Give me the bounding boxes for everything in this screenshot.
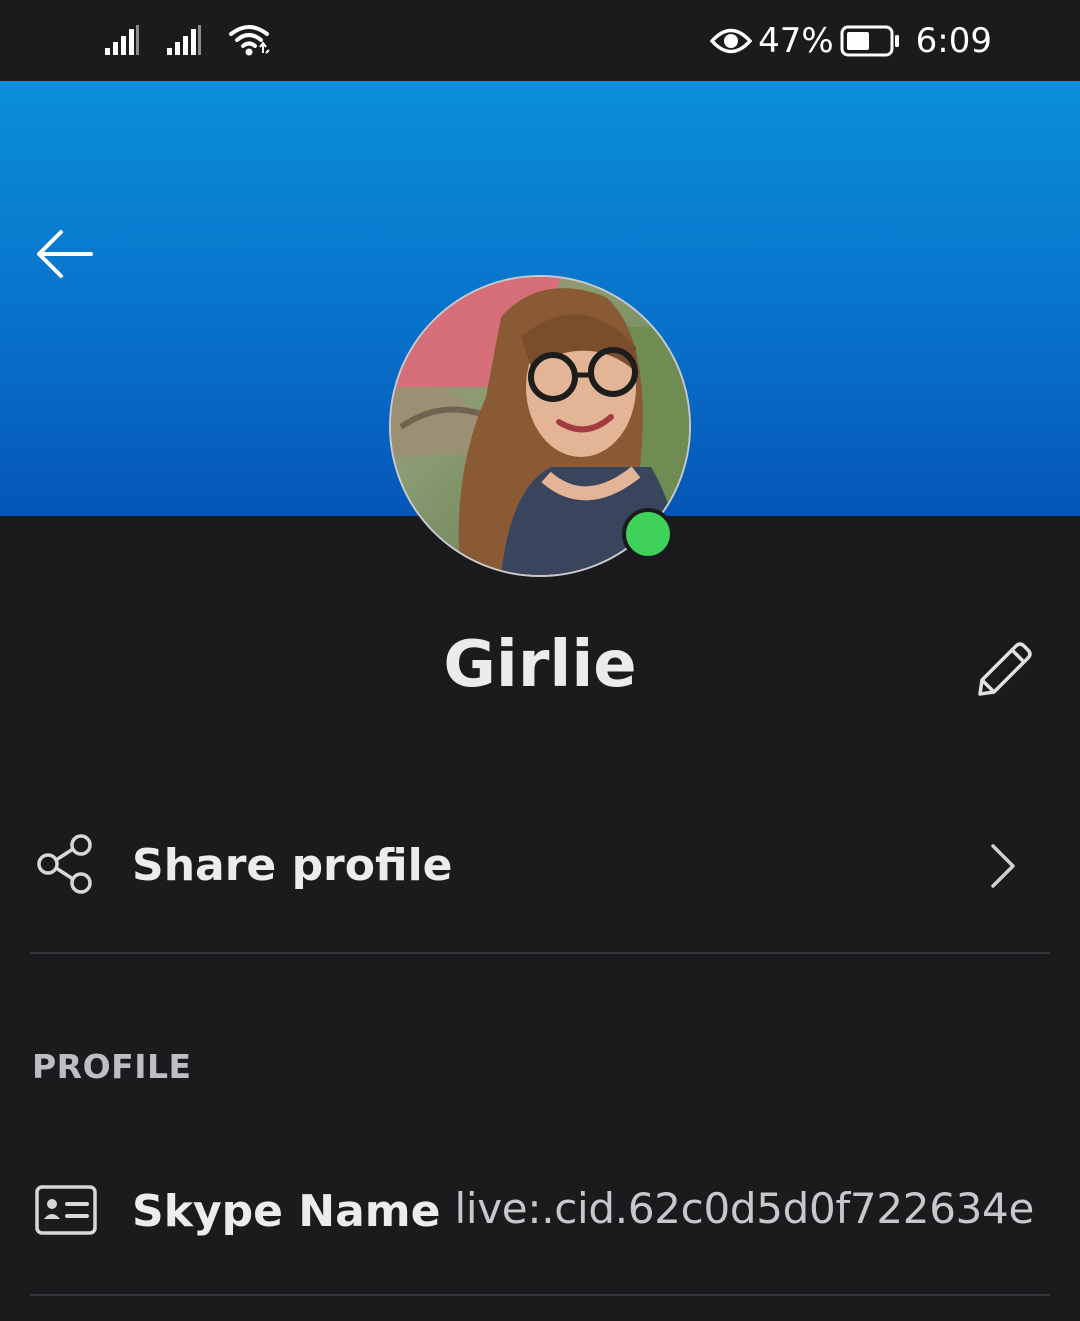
section-title: PROFILE [32,1047,192,1086]
presence-indicator [622,508,674,560]
status-left-icons [104,22,270,58]
battery-percent: 47% [758,21,834,61]
divider [30,952,1050,954]
skype-name-label: Skype Name [132,1186,441,1237]
divider [30,1294,1050,1296]
edit-name-button[interactable] [964,632,1040,708]
signal-icon [167,25,201,55]
chevron-right-icon [978,838,1028,894]
share-profile-row[interactable]: Share profile [0,820,1080,914]
signal-icon [105,25,139,55]
back-button[interactable] [30,219,100,289]
eye-icon [710,28,753,54]
status-right-icons: 47% 6:09 [710,18,992,64]
share-icon [34,832,98,896]
display-name: Girlie [443,628,637,702]
id-card-icon [34,1178,98,1242]
skype-name-row[interactable]: Skype Name live:.cid.62c0d5d0f722634e [0,1160,1080,1260]
clock: 6:09 [915,21,992,61]
wifi-icon [229,25,270,56]
status-bar: 47% 6:09 [0,0,1080,81]
pencil-icon [978,642,1032,696]
share-profile-label: Share profile [132,840,453,891]
arrow-left-icon [37,230,93,278]
skype-name-value[interactable]: live:.cid.62c0d5d0f722634e [455,1184,1035,1233]
battery-icon [840,25,899,57]
